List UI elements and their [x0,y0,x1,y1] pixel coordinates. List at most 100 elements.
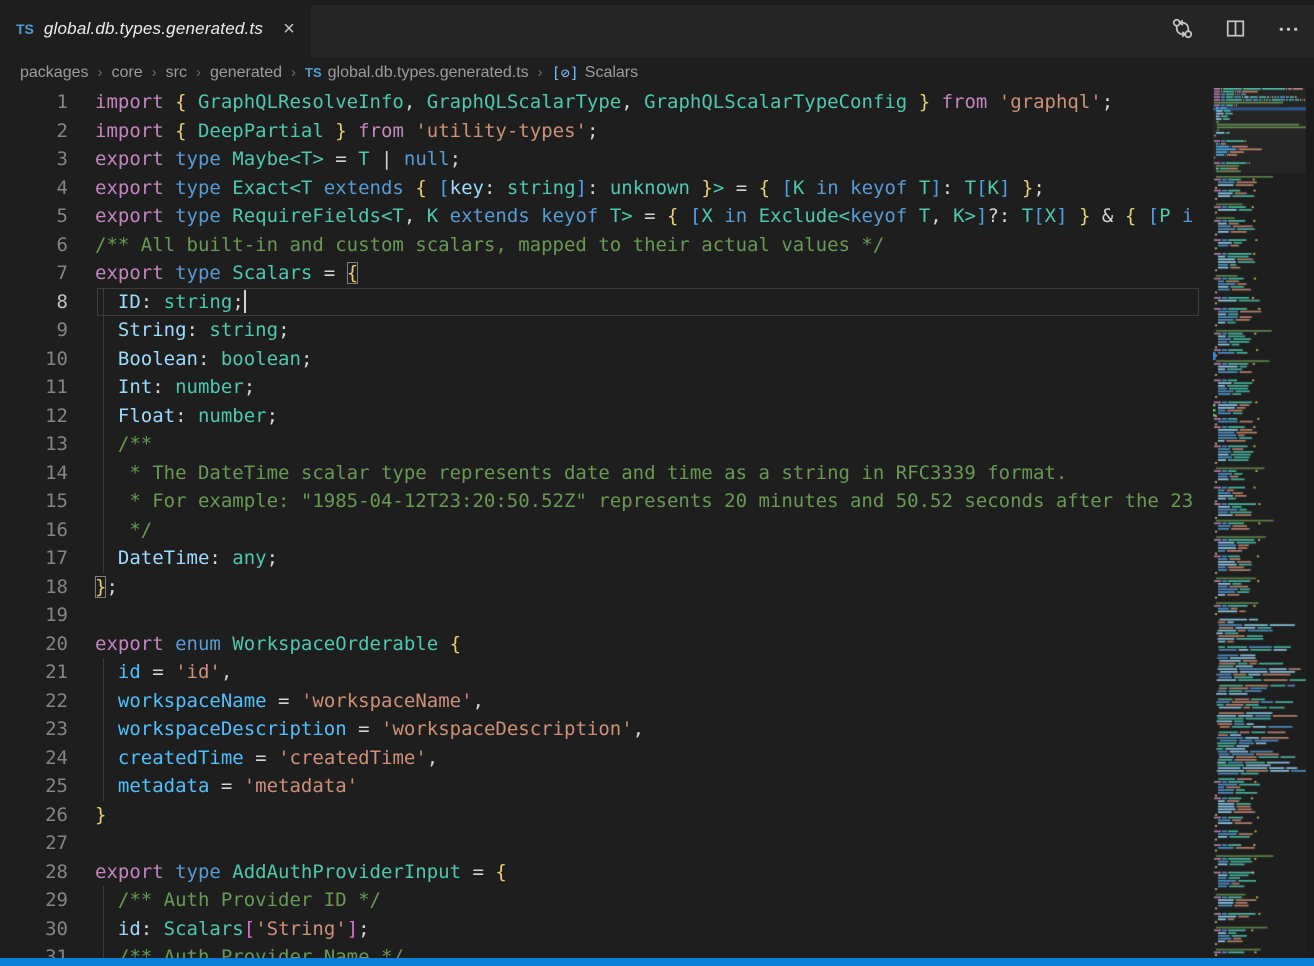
code-text: export type AddAuthProviderInput = { [95,858,507,887]
code-text: import { DeepPartial } from 'utility-typ… [95,117,598,146]
breadcrumb-separator: › [98,64,103,81]
scrollbar-track[interactable] [1306,88,1314,958]
line-number[interactable]: 15 [0,487,68,516]
code-line-10[interactable]: 10 Boolean: boolean; [0,345,1205,374]
code-text: DateTime: any; [95,544,278,573]
line-number[interactable]: 4 [0,174,68,203]
line-number[interactable]: 7 [0,259,68,288]
line-number[interactable]: 14 [0,459,68,488]
line-number[interactable]: 20 [0,630,68,659]
breadcrumb-item-generated[interactable]: generated [210,64,282,82]
breadcrumb-label: generated [210,64,282,82]
breadcrumb-separator: › [196,64,201,81]
line-number[interactable]: 31 [0,943,68,958]
code-line-28[interactable]: 28 export type AddAuthProviderInput = { [0,858,1205,887]
code-line-13[interactable]: 13 /** [0,430,1205,459]
line-number[interactable]: 3 [0,145,68,174]
minimap[interactable] [1213,88,1306,958]
breadcrumb-item-scalars[interactable]: [⊘] Scalars [552,64,638,82]
line-number[interactable]: 22 [0,687,68,716]
line-number[interactable]: 19 [0,601,68,630]
code-line-18[interactable]: 18}; [0,573,1205,602]
breadcrumb-item-src[interactable]: src [166,64,187,82]
line-number[interactable]: 29 [0,886,68,915]
breadcrumb-label: Scalars [585,64,638,82]
breadcrumb-item-packages[interactable]: packages [20,64,89,82]
code-line-7[interactable]: 7export type Scalars = { [0,259,1205,288]
code-line-30[interactable]: 30 id: Scalars['String']; [0,915,1205,944]
tab-bar: TS global.db.types.generated.ts × [0,0,1314,57]
breadcrumb-item-global-db-types-generated-ts[interactable]: TSglobal.db.types.generated.ts [305,64,529,82]
line-number[interactable]: 28 [0,858,68,887]
close-tab-icon[interactable]: × [283,19,295,39]
code-line-9[interactable]: 9 String: string; [0,316,1205,345]
breadcrumb-item-core[interactable]: core [112,64,143,82]
code-text: String: string; [95,316,290,345]
code-line-16[interactable]: 16 */ [0,516,1205,545]
line-number[interactable]: 10 [0,345,68,374]
code-line-11[interactable]: 11 Int: number; [0,373,1205,402]
code-line-5[interactable]: 5export type RequireFields<T, K extends … [0,202,1205,231]
code-line-8[interactable]: 8 ID: string; [0,288,1205,317]
code-text: id = 'id', [95,658,232,687]
code-line-23[interactable]: 23 workspaceDescription = 'workspaceDesc… [0,715,1205,744]
code-line-21[interactable]: 21 id = 'id', [0,658,1205,687]
code-line-29[interactable]: 29 /** Auth Provider ID */ [0,886,1205,915]
code-text: createdTime = 'createdTime', [95,744,438,773]
code-line-1[interactable]: 1import { GraphQLResolveInfo, GraphQLSca… [0,88,1205,117]
code-line-27[interactable]: 27 [0,829,1205,858]
code-line-2[interactable]: 2 import { DeepPartial } from 'utility-ty… [0,117,1205,146]
code-line-4[interactable]: 4 export type Exact<T extends { [key: str… [0,174,1205,203]
line-number[interactable]: 9 [0,316,68,345]
breadcrumb-label: src [166,64,187,82]
code-line-24[interactable]: 24 createdTime = 'createdTime', [0,744,1205,773]
line-number[interactable]: 26 [0,801,68,830]
code-text: Int: number; [95,373,255,402]
code-editor[interactable]: 1import { GraphQLResolveInfo, GraphQLSca… [0,88,1205,958]
code-line-14[interactable]: 14 * The DateTime scalar type represents… [0,459,1205,488]
line-number[interactable]: 25 [0,772,68,801]
status-bar[interactable] [0,958,1314,966]
line-number[interactable]: 24 [0,744,68,773]
line-number[interactable]: 5 [0,202,68,231]
line-number[interactable]: 23 [0,715,68,744]
line-number[interactable]: 30 [0,915,68,944]
editor-actions [1171,0,1300,57]
code-line-12[interactable]: 12 Float: number; [0,402,1205,431]
tab-global-db-types[interactable]: TS global.db.types.generated.ts × [0,0,311,57]
code-line-19[interactable]: 19 [0,601,1205,630]
code-text: export type Exact<T extends { [key: stri… [95,174,1045,203]
code-text: Boolean: boolean; [95,345,312,374]
code-line-17[interactable]: 17 DateTime: any; [0,544,1205,573]
line-number[interactable]: 18 [0,573,68,602]
type-symbol-icon: [⊘] [552,64,579,82]
code-text: id: Scalars['String']; [95,915,370,944]
line-number[interactable]: 1 [0,88,68,117]
code-text: */ [95,516,152,545]
code-line-6[interactable]: 6/** All built-in and custom scalars, ma… [0,231,1205,260]
typescript-file-icon: TS [16,21,34,37]
code-line-3[interactable]: 3export type Maybe<T> = T | null; [0,145,1205,174]
line-number[interactable]: 16 [0,516,68,545]
code-line-22[interactable]: 22 workspaceName = 'workspaceName', [0,687,1205,716]
code-line-26[interactable]: 26} [0,801,1205,830]
open-changes-icon[interactable] [1171,17,1194,40]
line-number[interactable]: 11 [0,373,68,402]
line-number[interactable]: 27 [0,829,68,858]
more-actions-icon[interactable] [1277,17,1300,40]
line-number[interactable]: 13 [0,430,68,459]
code-text: Float: number; [95,402,278,431]
line-number[interactable]: 12 [0,402,68,431]
line-number[interactable]: 17 [0,544,68,573]
code-line-31[interactable]: 31 /** Auth Provider Name */ [0,943,1205,958]
code-text: * For example: "1985-04-12T23:20:50.52Z"… [95,487,1193,516]
line-number[interactable]: 8 [0,288,68,317]
line-number[interactable]: 2 [0,117,68,146]
code-text: /** [95,430,152,459]
line-number[interactable]: 21 [0,658,68,687]
line-number[interactable]: 6 [0,231,68,260]
code-line-20[interactable]: 20export enum WorkspaceOrderable { [0,630,1205,659]
code-line-25[interactable]: 25 metadata = 'metadata' [0,772,1205,801]
split-editor-icon[interactable] [1224,17,1247,40]
code-line-15[interactable]: 15 * For example: "1985-04-12T23:20:50.5… [0,487,1205,516]
